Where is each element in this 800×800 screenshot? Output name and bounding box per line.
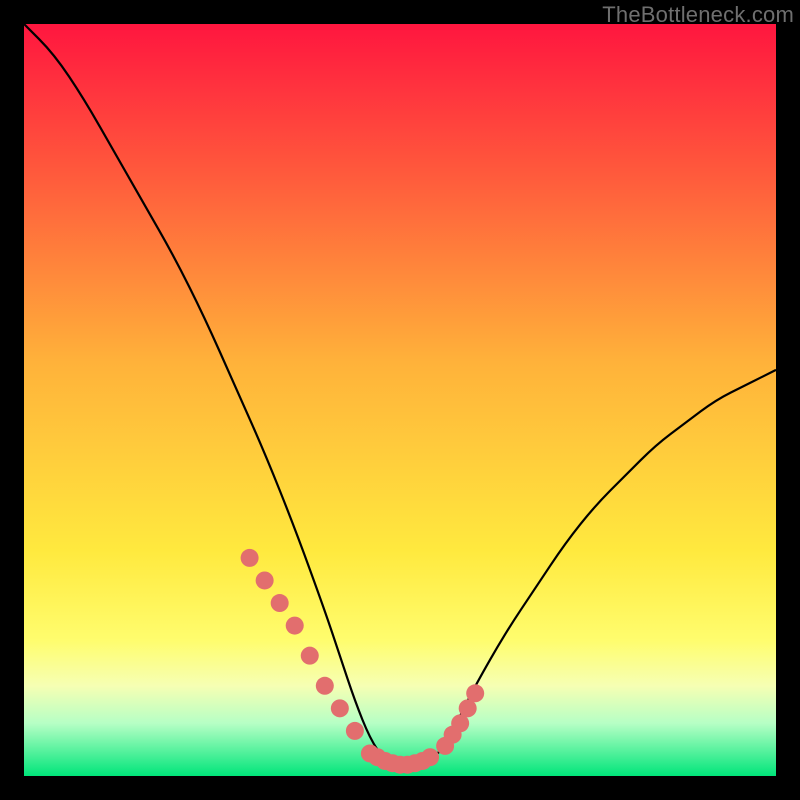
highlight-dot [241, 549, 259, 567]
highlight-dot [331, 699, 349, 717]
bottleneck-chart [24, 24, 776, 776]
highlight-dot [316, 677, 334, 695]
highlight-dot [271, 594, 289, 612]
highlight-dot [301, 647, 319, 665]
gradient-background [24, 24, 776, 776]
highlight-dot [256, 571, 274, 589]
chart-frame [24, 24, 776, 776]
highlight-dot [286, 617, 304, 635]
watermark-text: TheBottleneck.com [602, 2, 794, 28]
highlight-dot [346, 722, 364, 740]
highlight-dot [466, 684, 484, 702]
highlight-dot [421, 748, 439, 766]
